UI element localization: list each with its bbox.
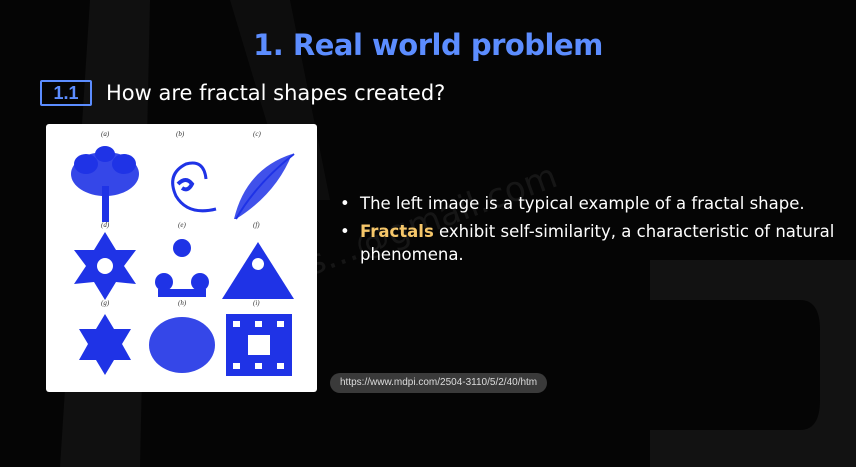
fractal-snowflake [79,314,131,375]
fractal-blob [149,317,215,373]
bullet-text: The left image is a typical example of a… [360,194,805,213]
fractal-grid: (a) (b) (c) (d) (e) (f) (g) (h) (i) [71,130,295,376]
section-number-badge: 1.1 [40,80,92,106]
label-b: (b) [176,130,185,138]
bullet-item: • Fractals exhibit self-similarity, a ch… [338,220,838,266]
fractal-branch-triangle [222,242,294,299]
slide-title: 1. Real world problem [253,28,603,62]
sierpinski-carpet [226,314,292,376]
label-i: (i) [253,299,260,307]
bullet-dot: • [340,194,350,213]
bullet-item: • The left image is a typical example of… [338,192,838,215]
section-heading: How are fractal shapes created? [106,81,446,105]
fractal-figure: (a) (b) (c) (d) (e) (f) (g) (h) (i) [46,124,317,392]
bullet-dot: • [340,222,350,241]
label-g: (g) [101,299,110,307]
label-a: (a) [101,130,110,138]
bullet-list: • The left image is a typical example of… [338,192,838,271]
section-header: 1.1 How are fractal shapes created? [40,80,445,106]
label-c: (c) [253,130,261,138]
koch-snowflake [74,232,136,300]
label-f: (f) [253,221,260,229]
fractal-spiral [171,161,217,213]
fractals-highlight: Fractals [360,222,434,241]
label-h: (h) [178,299,187,307]
sierpinski-triangle [155,239,209,297]
fractal-fern [234,153,295,220]
label-e: (e) [178,221,186,229]
label-d: (d) [101,221,110,229]
source-url-link[interactable]: https://www.mdpi.com/2504-3110/5/2/40/ht… [330,373,548,393]
fractal-tree [71,146,139,222]
